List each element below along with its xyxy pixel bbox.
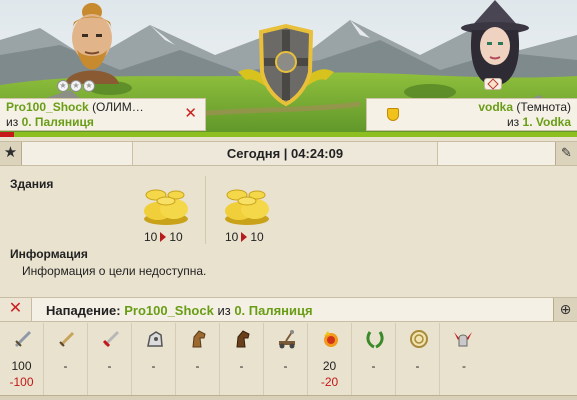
building-value: 10 10 (144, 230, 183, 244)
attack-province[interactable]: 0. Паляниця (234, 303, 312, 318)
attacker-from: из (6, 115, 19, 129)
battle-time-bar: ★ Сегодня | 04:24:09 ✎ (0, 141, 577, 166)
unit-cell[interactable]: - (396, 323, 440, 395)
horse-icon (192, 330, 206, 348)
unit-count: - (63, 359, 68, 373)
diamond-icon (487, 78, 499, 90)
unit-cell[interactable]: 100 -100 (0, 323, 44, 395)
defender-name-plate: vodka (Темнота) из 1. Vodka (366, 98, 577, 131)
cavalry-icon (147, 331, 163, 347)
unit-cell[interactable]: - (264, 323, 308, 395)
sword-icon (14, 330, 32, 348)
battle-health-bar (0, 132, 577, 137)
unit-count: 100 (11, 359, 32, 373)
buildings-title: Здания (10, 177, 54, 191)
unit-count: - (283, 359, 288, 373)
units-grid: 100 -100 - - - - - - 20 -20 - - - (0, 323, 577, 395)
unit-count: - (151, 359, 156, 373)
unit-count: - (195, 359, 200, 373)
unit-cell[interactable]: - (352, 323, 396, 395)
unit-count: - (107, 359, 112, 373)
defender-race: (Темнота) (516, 100, 571, 114)
red-sword-icon (102, 330, 120, 348)
attacker-portrait[interactable] (55, 0, 129, 84)
arrow-right-icon (160, 232, 167, 242)
building-before: 10 (225, 230, 239, 244)
target-crosshair-icon[interactable]: ⊕ (553, 298, 577, 321)
laurel-icon (366, 331, 384, 349)
building-after: 10 (169, 230, 183, 244)
unit-cell[interactable]: - (132, 323, 176, 395)
winged-helm-icon (454, 332, 472, 347)
attack-from: из (217, 303, 231, 318)
attacker-name-plate: Pro100_Shock (ОЛИМ… из 0. Паляниця ✕ (0, 98, 206, 131)
attacker-province[interactable]: 0. Паляниця (22, 115, 94, 129)
attack-label: Нападение: (46, 303, 121, 318)
unit-cell[interactable]: 20 -20 (308, 323, 352, 395)
battle-options-icon[interactable]: ✎ (555, 142, 577, 165)
arrow-right-icon (241, 232, 248, 242)
defender-province[interactable]: 1. Vodka (523, 115, 571, 129)
defender-portrait[interactable] (458, 0, 532, 84)
next-section-edge (0, 395, 577, 400)
unit-cell[interactable]: - (44, 323, 88, 395)
unit-count: 20 (322, 359, 337, 373)
unit-count: - (239, 359, 244, 373)
building-divider (205, 176, 206, 244)
crossed-swords-icon: ✕ (184, 105, 197, 122)
building-after: 10 (250, 230, 264, 244)
unit-cell[interactable]: - (176, 323, 220, 395)
building-before: 10 (144, 230, 158, 244)
catapult-icon (279, 330, 295, 349)
attack-bar: ✕ Нападение: Pro100_Shock из 0. Паляниця… (0, 297, 577, 322)
attacker-rank-stars: ★ ★ ★ (57, 80, 99, 94)
unit-count: - (371, 359, 376, 373)
rank-star-icon: ★ (57, 80, 69, 92)
dagger-icon (59, 331, 75, 347)
unit-count: - (415, 359, 420, 373)
rank-star-icon: ★ (70, 80, 82, 92)
defender-name[interactable]: vodka (478, 100, 513, 114)
fireball-icon (324, 331, 338, 347)
dark-horse-icon (236, 330, 250, 348)
crossed-swords-icon: ✕ (0, 298, 32, 321)
building-value: 10 10 (225, 230, 264, 244)
info-title: Информация (10, 247, 88, 261)
attacker-name[interactable]: Pro100_Shock (6, 100, 89, 114)
attack-player[interactable]: Pro100_Shock (124, 303, 214, 318)
unit-cell[interactable]: - (440, 323, 488, 395)
unit-count: - (462, 359, 466, 373)
attacker-health-fill (0, 132, 14, 137)
favorite-star-icon[interactable]: ★ (0, 142, 22, 165)
battle-time: Сегодня | 04:24:09 (132, 142, 438, 165)
battle-header: ★ ★ ★ Pro100_Shock (ОЛИМ… из 0. Паляниця… (0, 0, 577, 143)
unit-loss: -20 (320, 375, 339, 389)
unit-loss: -100 (9, 375, 34, 389)
info-text: Информация о цели недоступна. (22, 264, 207, 278)
gold-coins-icon (144, 189, 188, 225)
attack-title: Нападение: Pro100_Shock из 0. Паляниця (46, 303, 313, 318)
shield-icon (387, 108, 399, 121)
unit-cell[interactable]: - (220, 323, 264, 395)
defender-from: из (506, 115, 520, 129)
gold-coins-icon (225, 189, 269, 225)
rank-star-icon: ★ (83, 80, 95, 92)
coin-icon (410, 330, 428, 348)
attacker-race: (ОЛИМ… (92, 100, 144, 114)
unit-cell[interactable]: - (88, 323, 132, 395)
defender-rank-badge (484, 78, 502, 90)
battle-shield-emblem-icon (238, 23, 334, 107)
